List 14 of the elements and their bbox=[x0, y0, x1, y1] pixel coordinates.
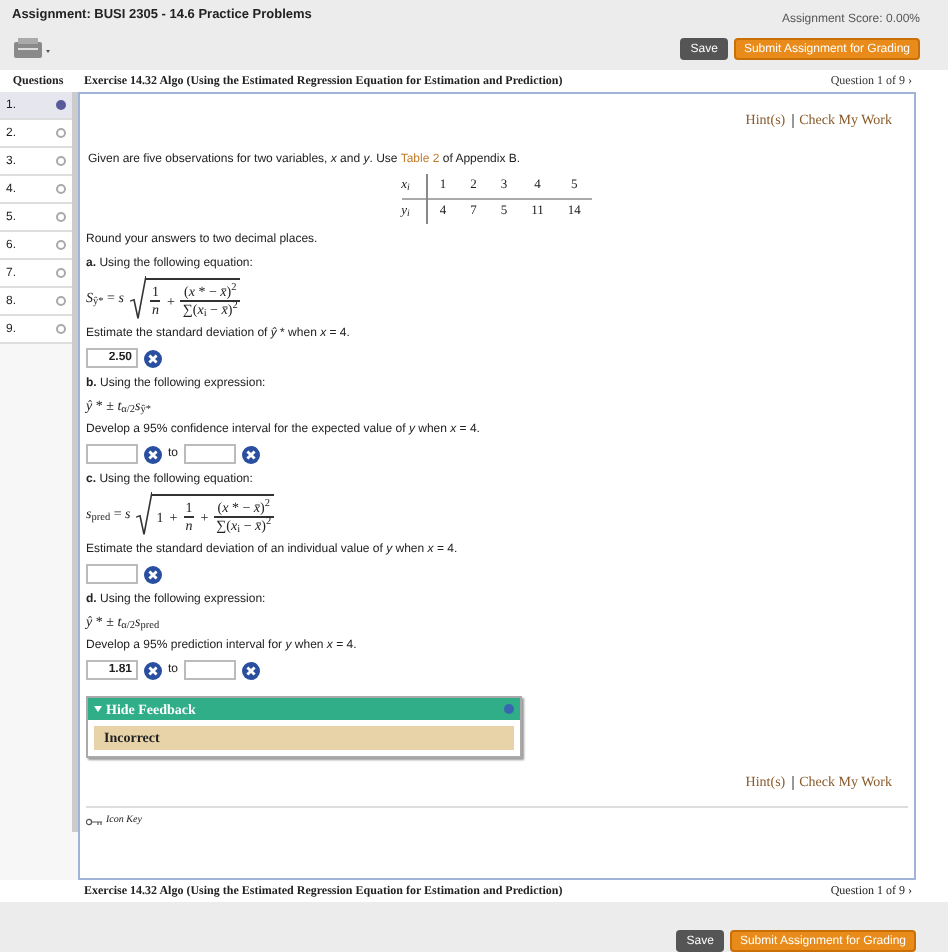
x-circle-icon bbox=[242, 661, 261, 679]
caret-icon bbox=[94, 705, 102, 713]
x-circle-icon bbox=[144, 445, 162, 463]
answer-field[interactable] bbox=[86, 444, 138, 464]
answer-field[interactable] bbox=[86, 564, 138, 584]
x-circle-icon bbox=[242, 445, 261, 463]
answer-field[interactable] bbox=[184, 444, 237, 464]
answer-field[interactable] bbox=[184, 660, 237, 680]
x-circle-icon bbox=[144, 661, 162, 679]
scrollbar[interactable] bbox=[72, 92, 78, 832]
x-circle-icon bbox=[144, 565, 162, 583]
x-circle-icon bbox=[144, 349, 162, 367]
printer-icon[interactable] bbox=[12, 38, 52, 60]
key-icon bbox=[86, 818, 102, 826]
